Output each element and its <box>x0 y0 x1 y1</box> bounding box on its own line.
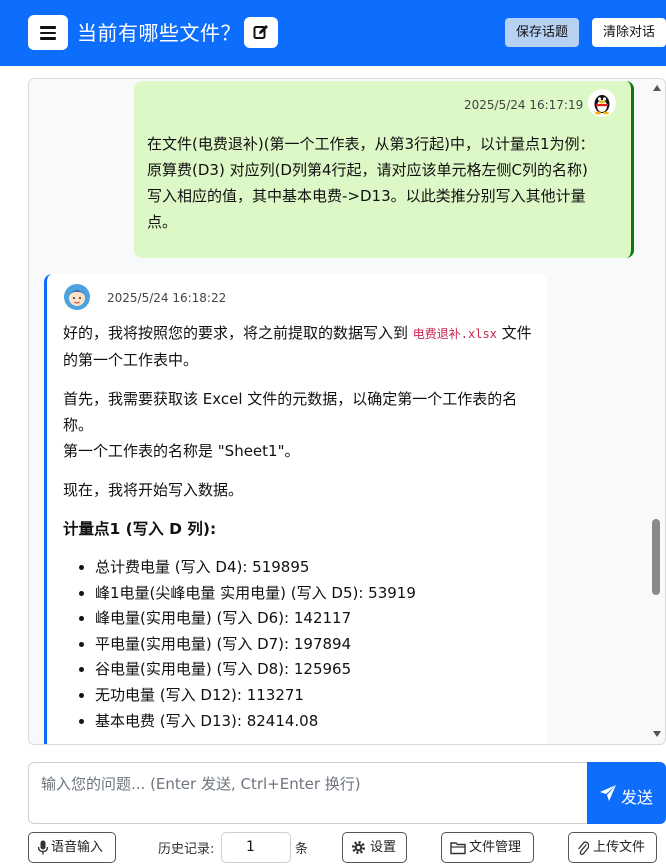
send-label: 发送 <box>621 788 654 807</box>
history-unit: 条 <box>295 842 309 857</box>
measurement-list: 总计费电量 (写入 D4): 519895 峰1电量(尖峰电量 实用电量) (写… <box>63 555 543 734</box>
list-item: 基本电费 (写入 D13): 82414.08 <box>95 709 543 735</box>
edit-title-button[interactable] <box>244 17 278 48</box>
message-paragraph: 第一个工作表的名称是 "Sheet1"。 <box>63 442 300 460</box>
message-timestamp: 2025/5/24 16:18:22 <box>107 291 227 305</box>
clear-chat-button[interactable]: 清除对话 <box>592 18 666 47</box>
message-timestamp: 2025/5/24 16:17:19 <box>464 98 584 112</box>
microphone-icon <box>37 840 49 855</box>
history-label: 历史记录: <box>158 842 215 857</box>
edit-icon <box>253 25 268 39</box>
file-manage-button[interactable]: 文件管理 <box>441 832 534 863</box>
chat-history[interactable]: 2025/5/24 16:17:19 在文件(电费退补)(第一个工作表，从第3行… <box>28 78 666 745</box>
filename-code: 电费退补.xlsx <box>412 327 497 341</box>
top-bar: 当前有哪些文件？ 保存话题 清除对话 <box>0 0 666 66</box>
scroll-down-arrow-icon[interactable] <box>653 731 661 737</box>
scroll-up-arrow-icon[interactable] <box>653 85 661 91</box>
list-item: 总计费电量 (写入 D4): 519895 <box>95 555 543 581</box>
send-button[interactable]: 发送 <box>587 762 666 824</box>
section-heading: 计量点1 (写入 D 列): <box>63 520 217 538</box>
user-message-text: 在文件(电费退补)(第一个工作表，从第3行起)中，以计量点1为例：原算费(D3)… <box>147 135 595 231</box>
message-paragraph: 好的，我将按照您的要求，将之前提取的数据写入到 电费退补.xlsx 文件的第一个… <box>63 324 532 369</box>
assistant-message-body: 好的，我将按照您的要求，将之前提取的数据写入到 电费退补.xlsx 文件的第一个… <box>63 320 543 734</box>
gear-icon <box>351 840 366 855</box>
assistant-avatar <box>63 283 91 311</box>
list-item: 平电量(实用电量) (写入 D7): 197894 <box>95 632 543 658</box>
history-count-value: 1 <box>246 839 255 855</box>
user-avatar <box>588 89 616 117</box>
scrollbar-thumb[interactable] <box>652 519 660 595</box>
menu-button[interactable] <box>28 15 68 50</box>
assistant-message: 2025/5/24 16:18:22 好的，我将按照您的要求，将之前提取的数据写… <box>44 274 547 744</box>
list-item: 峰电量(实用电量) (写入 D6): 142117 <box>95 606 543 632</box>
input-placeholder: 输入您的问题... (Enter 发送, Ctrl+Enter 换行) <box>41 775 361 793</box>
message-paragraph: 首先，我需要获取该 Excel 文件的元数据，以确定第一个工作表的名称。 <box>63 390 518 434</box>
send-icon <box>600 785 616 801</box>
user-message: 2025/5/24 16:17:19 在文件(电费退补)(第一个工作表，从第3行… <box>134 81 634 258</box>
paperclip-icon <box>578 841 589 855</box>
assistant-avatar-icon <box>64 284 90 310</box>
message-paragraph: 现在，我将开始写入数据。 <box>63 481 244 499</box>
history-count-input[interactable]: 1 <box>221 832 291 863</box>
folder-icon <box>450 842 466 855</box>
page-title: 当前有哪些文件？ <box>77 21 241 45</box>
list-item: 峰1电量(尖峰电量 实用电量) (写入 D5): 53919 <box>95 581 543 607</box>
penguin-icon <box>594 95 610 115</box>
list-item: 无功电量 (写入 D12): 113271 <box>95 683 543 709</box>
voice-input-button[interactable]: 语音输入 <box>28 832 116 863</box>
upload-file-button[interactable]: 上传文件 <box>568 832 657 863</box>
save-topic-button[interactable]: 保存话题 <box>505 18 579 47</box>
settings-button[interactable]: 设置 <box>342 832 407 863</box>
message-input[interactable]: 输入您的问题... (Enter 发送, Ctrl+Enter 换行) <box>28 762 588 824</box>
list-item: 谷电量(实用电量) (写入 D8): 125965 <box>95 657 543 683</box>
